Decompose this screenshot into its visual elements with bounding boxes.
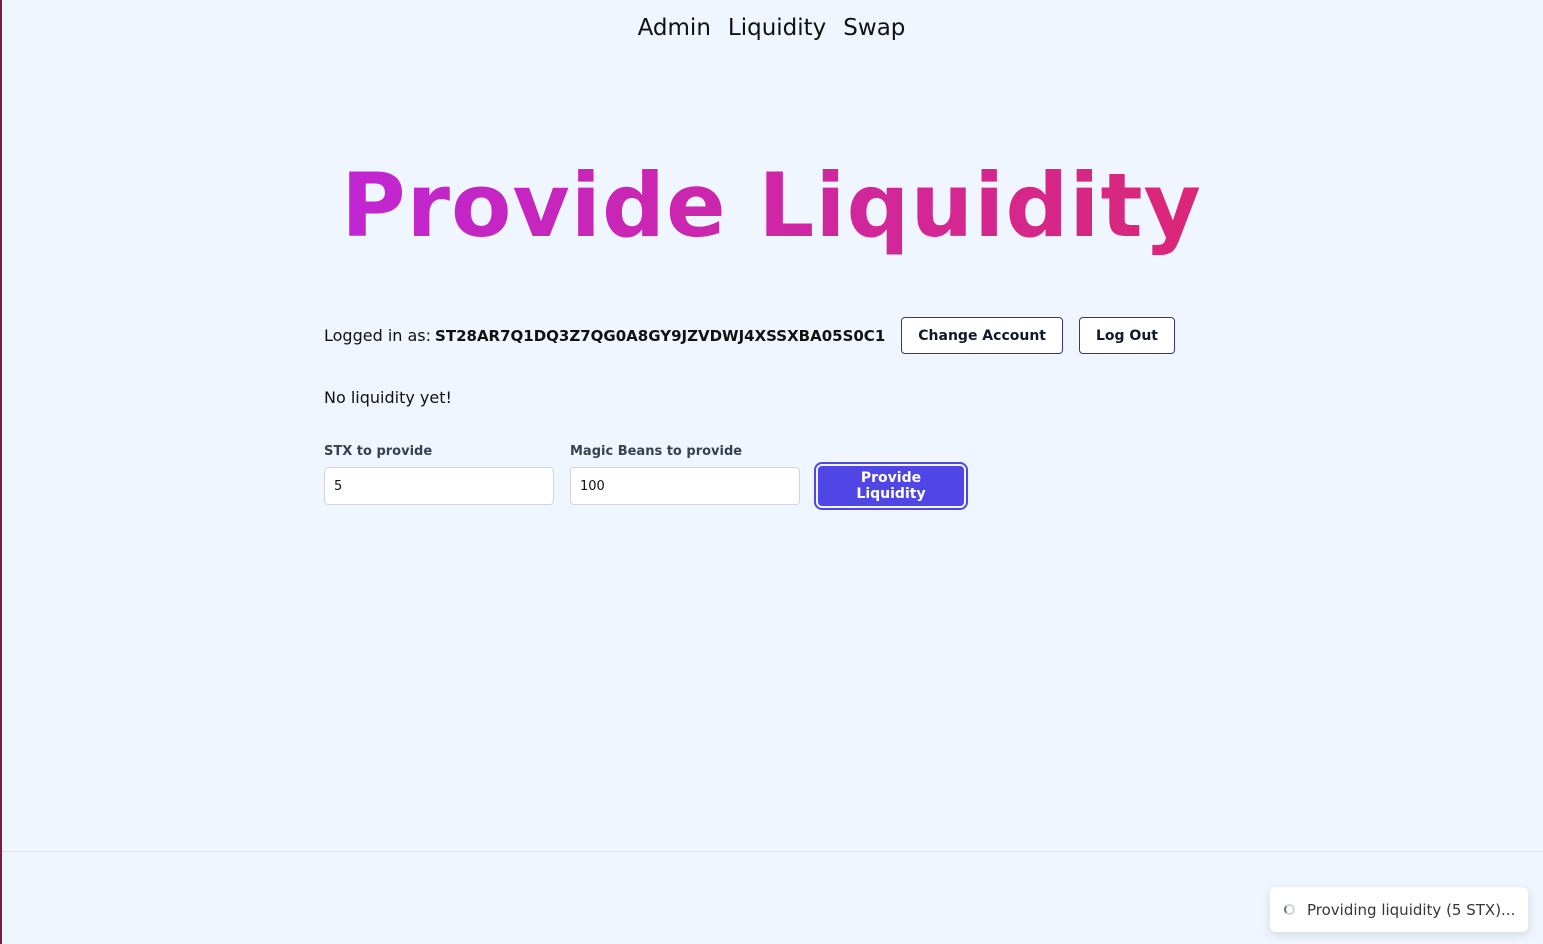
nav-link-liquidity[interactable]: Liquidity <box>728 12 826 44</box>
change-account-button[interactable]: Change Account <box>901 317 1063 354</box>
liquidity-status: No liquidity yet! <box>324 388 452 407</box>
window-edge <box>0 0 2 944</box>
log-out-button[interactable]: Log Out <box>1079 317 1175 354</box>
provide-liquidity-form: STX to provide Magic Beans to provide Pr… <box>324 443 968 510</box>
beans-label: Magic Beans to provide <box>570 444 743 459</box>
beans-input[interactable] <box>570 467 800 505</box>
account-info: Logged in as: ST28AR7Q1DQ3Z7QG0A8GY9JZVD… <box>324 326 885 345</box>
stx-field: STX to provide <box>324 443 554 505</box>
beans-field: Magic Beans to provide <box>570 443 800 505</box>
hero: Provide Liquidity <box>0 146 1543 266</box>
toast-message: Providing liquidity (5 STX)... <box>1307 900 1516 919</box>
top-nav: Admin Liquidity Swap <box>0 12 1543 44</box>
provide-liquidity-button[interactable]: Provide Liquidity <box>814 462 968 510</box>
stx-input[interactable] <box>324 467 554 505</box>
nav-link-swap[interactable]: Swap <box>843 12 905 44</box>
nav-link-admin[interactable]: Admin <box>638 12 711 44</box>
spinner-icon <box>1284 904 1295 915</box>
account-row: Logged in as: ST28AR7Q1DQ3Z7QG0A8GY9JZVD… <box>324 317 1175 354</box>
page-title: Provide Liquidity <box>341 146 1202 266</box>
account-prefix: Logged in as: <box>324 326 432 345</box>
toast-notification: Providing liquidity (5 STX)... <box>1270 887 1528 932</box>
account-address: ST28AR7Q1DQ3Z7QG0A8GY9JZVDWJ4XSSXBA05S0C… <box>435 326 886 345</box>
stx-label: STX to provide <box>324 444 433 459</box>
footer-divider <box>2 851 1543 852</box>
